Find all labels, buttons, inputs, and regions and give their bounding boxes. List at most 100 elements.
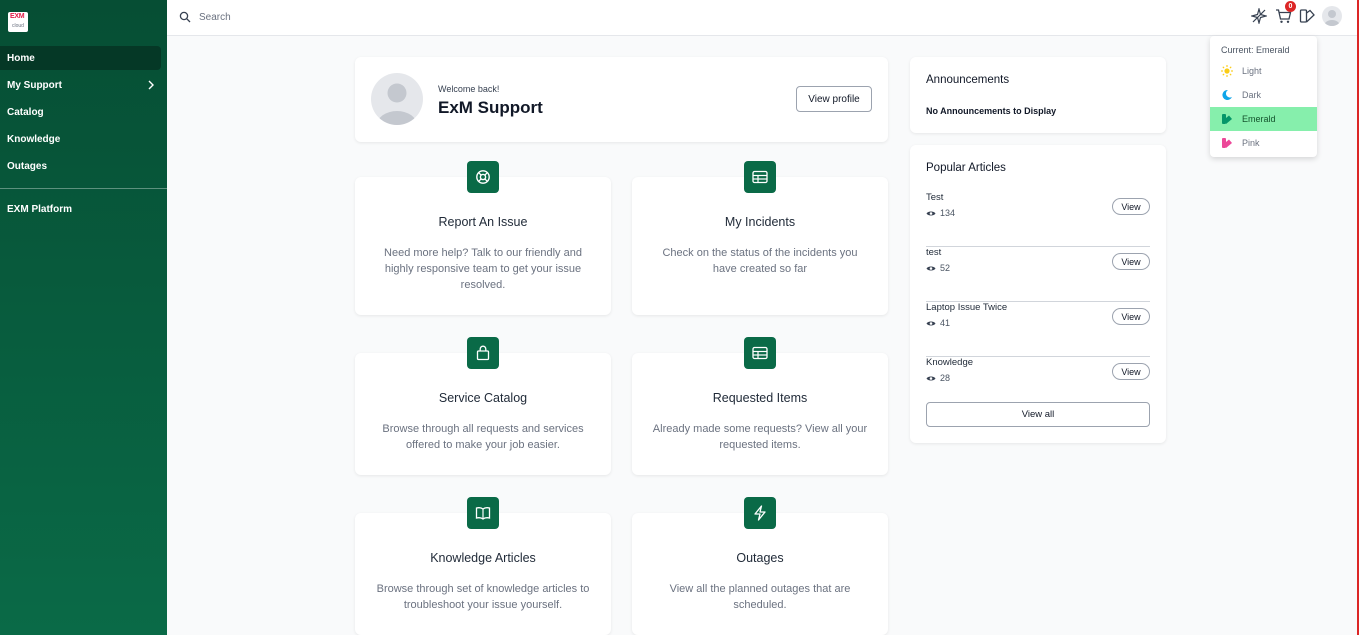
list-item: Test 134 View <box>926 192 1150 247</box>
sidebar-item-outages[interactable]: Outages <box>0 154 161 178</box>
tile-outages[interactable]: Outages View all the planned outages tha… <box>632 497 888 635</box>
welcome-text: Welcome back! <box>438 84 500 94</box>
view-article-button[interactable]: View <box>1112 253 1150 270</box>
theme-icon[interactable] <box>1297 6 1317 26</box>
theme-option-label: Light <box>1242 66 1262 76</box>
article-name: test <box>926 247 942 258</box>
emerald-icon <box>1221 113 1233 125</box>
article-views: 41 <box>926 318 950 328</box>
theme-option-pink[interactable]: Pink <box>1210 131 1317 155</box>
tile-title: Knowledge Articles <box>430 551 536 565</box>
sparkle-icon[interactable] <box>1249 6 1269 26</box>
tile-report-issue[interactable]: Report An Issue Need more help? Talk to … <box>355 161 611 315</box>
top-bar <box>167 0 1357 36</box>
article-views: 28 <box>926 373 950 383</box>
view-all-button[interactable]: View all <box>926 402 1150 427</box>
eye-icon <box>926 375 936 381</box>
exm-logo[interactable]: EXM cloud <box>8 12 28 32</box>
sidebar-item-label: Outages <box>7 160 48 172</box>
eye-icon <box>926 210 936 216</box>
theme-option-label: Pink <box>1242 138 1260 148</box>
chevron-right-icon <box>148 80 154 90</box>
window-edge <box>1357 0 1361 635</box>
view-article-button[interactable]: View <box>1112 363 1150 380</box>
search-icon <box>179 11 191 23</box>
bolt-icon <box>744 497 776 529</box>
sun-icon <box>1221 65 1233 77</box>
article-name: Knowledge <box>926 357 974 368</box>
sidebar-item-label: Knowledge <box>7 133 61 145</box>
sidebar-item-label: EXM Platform <box>7 203 73 215</box>
tile-title: Outages <box>736 551 784 565</box>
view-article-button[interactable]: View <box>1112 308 1150 325</box>
theme-option-label: Dark <box>1242 90 1262 100</box>
cart-count-badge: 0 <box>1285 1 1296 12</box>
tile-title: Requested Items <box>712 391 808 405</box>
sidebar-item-exm-platform[interactable]: EXM Platform <box>0 197 161 221</box>
sidebar-item-home[interactable]: Home <box>0 46 161 70</box>
profile-avatar <box>371 73 423 125</box>
lifebuoy-icon <box>467 161 499 193</box>
article-name: Test <box>926 192 944 203</box>
view-article-button[interactable]: View <box>1112 198 1150 215</box>
tile-title: Report An Issue <box>438 215 528 229</box>
tile-description: Check on the status of the incidents you… <box>662 247 858 275</box>
article-view-count: 41 <box>940 318 951 328</box>
search-input[interactable] <box>199 9 499 25</box>
popular-articles-title: Popular Articles <box>926 162 1006 174</box>
tile-description: Need more help? Talk to our friendly and… <box>384 247 582 291</box>
list-item: test 52 View <box>926 247 1150 302</box>
sidebar-item-my-support[interactable]: My Support <box>0 73 161 97</box>
tile-description: Browse through all requests and services… <box>382 423 584 451</box>
view-profile-button[interactable]: View profile <box>796 86 872 112</box>
article-views: 52 <box>926 263 950 273</box>
avatar-silhouette-icon <box>1324 10 1340 26</box>
sidebar-item-knowledge[interactable]: Knowledge <box>0 127 161 151</box>
table-icon <box>744 161 776 193</box>
cart-icon[interactable]: 0 <box>1273 1 1296 26</box>
popular-articles-card: Popular Articles Test 134 View test 52 V… <box>910 145 1166 443</box>
sidebar: EXM cloud Home My Support Catalog Knowle… <box>0 0 167 635</box>
pink-icon <box>1221 137 1233 149</box>
announcements-title: Announcements <box>926 74 1010 86</box>
tile-description: Already made some requests? View all you… <box>652 423 868 451</box>
list-item: Laptop Issue Twice 41 View <box>926 302 1150 357</box>
sidebar-item-label: Home <box>7 52 35 64</box>
tile-description: View all the planned outages that are sc… <box>669 583 851 611</box>
logo-subtext: cloud <box>12 23 24 29</box>
article-name: Laptop Issue Twice <box>926 302 1008 313</box>
theme-option-dark[interactable]: Dark <box>1210 83 1317 107</box>
book-icon <box>467 497 499 529</box>
bag-icon <box>467 337 499 369</box>
eye-icon <box>926 320 936 326</box>
article-views: 134 <box>926 208 955 218</box>
sidebar-item-catalog[interactable]: Catalog <box>0 100 161 124</box>
theme-option-light[interactable]: Light <box>1210 59 1317 83</box>
sidebar-nav: Home My Support Catalog Knowledge Outage… <box>0 46 167 224</box>
topbar-actions: 0 <box>1249 1 1349 28</box>
sidebar-item-label: My Support <box>7 79 62 91</box>
eye-icon <box>926 265 936 271</box>
sidebar-divider <box>0 188 167 189</box>
tile-title: Service Catalog <box>438 391 528 405</box>
tile-knowledge-articles[interactable]: Knowledge Articles Browse through set of… <box>355 497 611 635</box>
logo-text: EXM <box>10 13 25 20</box>
moon-icon <box>1221 89 1233 101</box>
theme-option-label: Emerald <box>1242 114 1276 124</box>
avatar-silhouette-icon <box>377 83 417 125</box>
user-name: ExM Support <box>438 98 543 117</box>
table-icon <box>744 337 776 369</box>
tile-title: My Incidents <box>724 215 796 229</box>
announcements-empty-text: No Announcements to Display <box>926 106 1057 116</box>
article-view-count: 28 <box>940 373 951 383</box>
tile-description: Browse through set of knowledge articles… <box>376 583 590 611</box>
theme-current-label: Current: Emerald <box>1221 45 1290 55</box>
profile-card: Welcome back! ExM Support View profile <box>355 57 888 142</box>
tile-my-incidents[interactable]: My Incidents Check on the status of the … <box>632 161 888 315</box>
theme-dropdown: Current: Emerald Light Dark Emerald Pink <box>1210 36 1317 157</box>
user-avatar[interactable] <box>1322 6 1342 26</box>
tile-requested-items[interactable]: Requested Items Already made some reques… <box>632 337 888 475</box>
sidebar-item-label: Catalog <box>7 106 44 118</box>
tile-service-catalog[interactable]: Service Catalog Browse through all reque… <box>355 337 611 475</box>
theme-option-emerald[interactable]: Emerald <box>1210 107 1317 131</box>
